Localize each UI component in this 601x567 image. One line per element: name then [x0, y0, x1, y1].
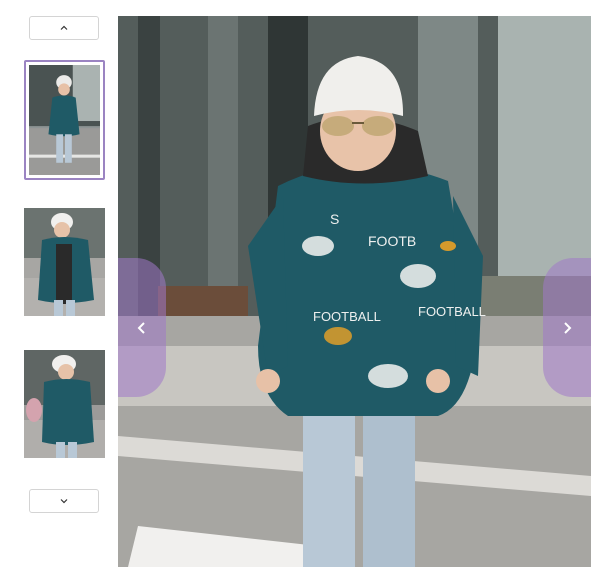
next-image-button[interactable] [543, 258, 591, 397]
thumbnail-image [24, 350, 105, 458]
thumbnails-down-button[interactable] [29, 489, 99, 513]
jacket-print-text-4: S [330, 211, 339, 227]
jacket-print-text-3: FOOTBALL [418, 304, 486, 319]
jacket-print-text-2: FOOTBALL [313, 309, 381, 324]
thumbnail-image [29, 65, 100, 175]
main-product-image: FOOTB FOOTBALL FOOTBALL S [118, 16, 591, 567]
thumbnail-3[interactable] [24, 350, 105, 458]
thumbnail-1[interactable] [24, 60, 105, 180]
chevron-down-icon [60, 499, 68, 504]
previous-image-button[interactable] [118, 258, 166, 397]
thumbnail-2[interactable] [24, 208, 105, 316]
thumbnails-up-button[interactable] [29, 16, 99, 40]
thumbnail-image [24, 208, 105, 316]
chevron-up-icon [60, 25, 68, 30]
chevron-left-icon [137, 321, 145, 334]
product-gallery: FOOTB FOOTBALL FOOTBALL S [0, 0, 601, 567]
jacket-print-text-1: FOOTB [368, 233, 416, 249]
chevron-right-icon [564, 321, 572, 334]
product-photo: FOOTB FOOTBALL FOOTBALL S [118, 16, 591, 567]
